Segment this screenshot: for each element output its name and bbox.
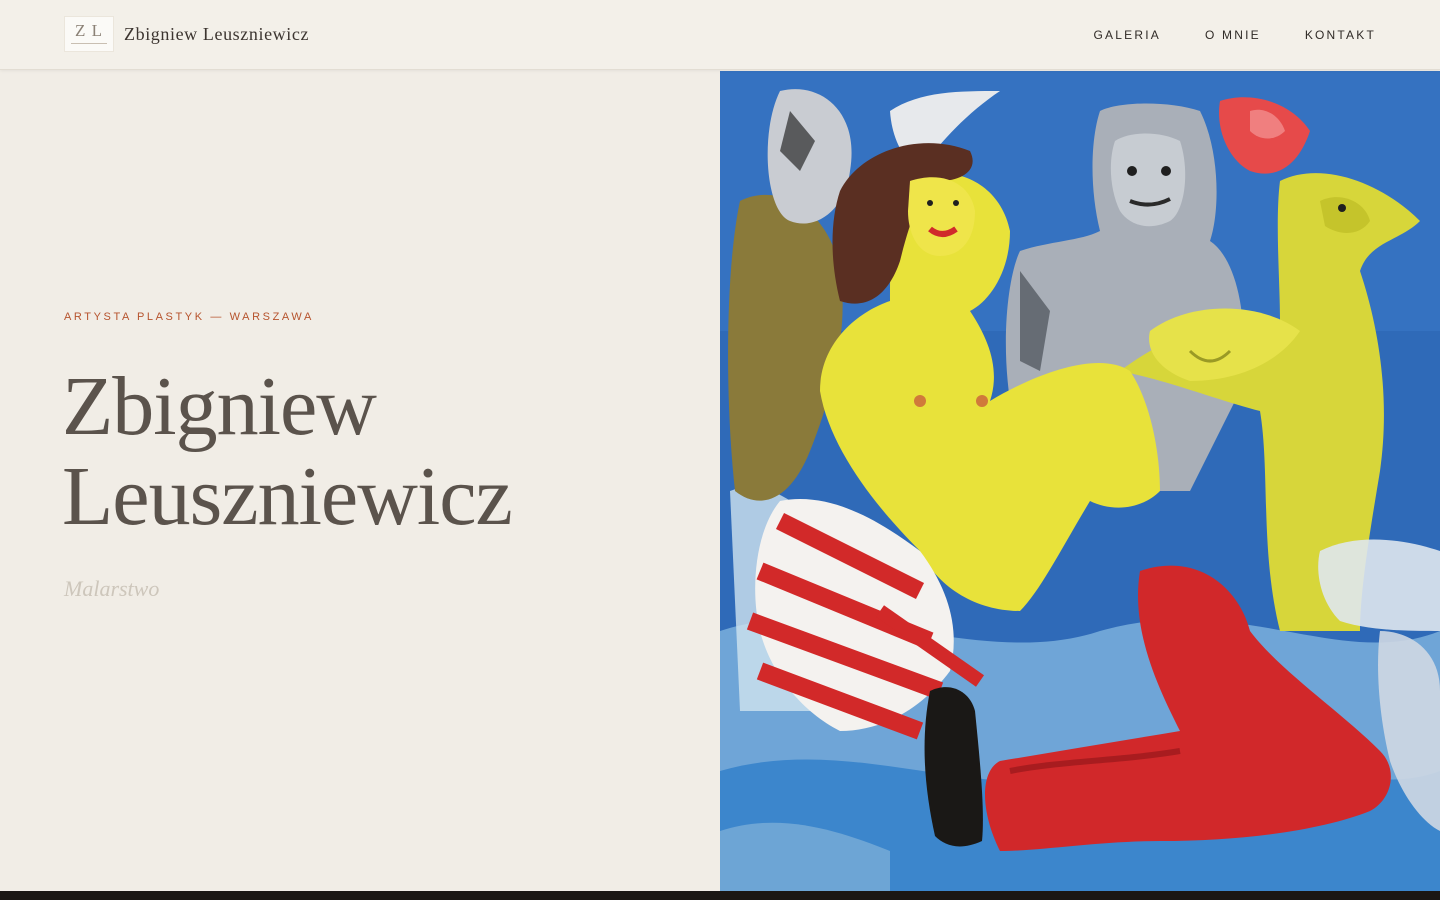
hero-title-line-1: Zbigniew [62, 360, 377, 453]
nav-link-o-mnie[interactable]: O MNIE [1205, 28, 1261, 42]
nav-link-kontakt[interactable]: KONTAKT [1305, 28, 1376, 42]
painting-artwork-icon [720, 71, 1440, 891]
page-bottom-bar [0, 891, 1440, 900]
logo-monogram: Z L [74, 21, 104, 40]
main-navigation: GALERIA O MNIE KONTAKT [1094, 0, 1376, 70]
hero-painting-image [720, 71, 1440, 891]
logo-underline [71, 43, 107, 44]
logo-icon: Z L [64, 16, 114, 52]
nav-link-galeria[interactable]: GALERIA [1094, 28, 1161, 42]
brand-name: Zbigniew Leuszniewicz [124, 23, 310, 44]
hero-subtitle: Malarstwo [64, 576, 160, 601]
hero-eyebrow: ARTYSTA PLASTYK — WARSZAWA [64, 311, 314, 323]
brand-home-link[interactable]: Z L Zbigniew Leuszniewicz [64, 16, 309, 52]
site-header: Z L Zbigniew Leuszniewicz GALERIA O MNIE… [0, 0, 1440, 70]
hero-title-line-2: Leuszniewicz [62, 450, 513, 543]
hero-title: Zbigniew Leuszniewicz [62, 360, 513, 543]
